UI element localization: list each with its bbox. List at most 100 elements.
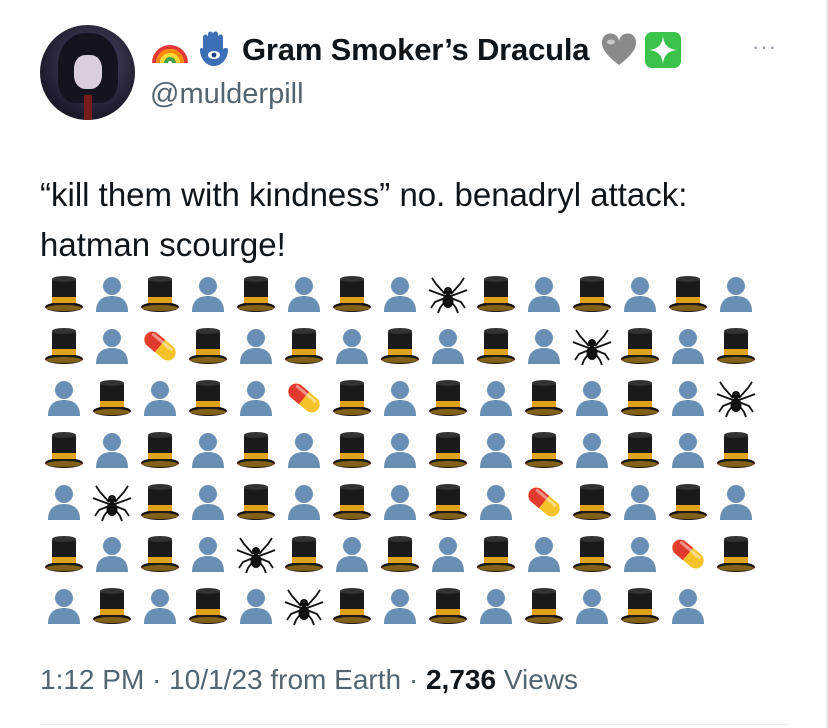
hat-emoji-icon [232,478,280,526]
hat-emoji-icon [328,426,376,474]
person-emoji-icon [40,582,88,630]
pill-emoji-icon [664,530,712,578]
hat-emoji-icon [40,426,88,474]
tweet-text-line-1: “kill them with kindness” no. benadryl a… [40,176,688,213]
meta-separator: · [401,664,426,695]
spider-emoji-icon [712,374,760,422]
hat-emoji-icon [280,530,328,578]
person-emoji-icon [616,478,664,526]
hat-emoji-icon [616,374,664,422]
hat-emoji-icon [424,374,472,422]
pill-emoji-icon [520,478,568,526]
hat-emoji-icon [520,426,568,474]
hat-emoji-icon [328,582,376,630]
emoji-row [40,320,780,372]
person-emoji-icon [568,582,616,630]
spider-emoji-icon [568,322,616,370]
emoji-row [40,424,780,476]
person-emoji-icon [232,582,280,630]
hat-emoji-icon [616,322,664,370]
hat-emoji-icon [328,478,376,526]
tweet-date[interactable]: 10/1/23 [169,664,262,695]
person-emoji-icon [472,582,520,630]
person-emoji-icon [712,270,760,318]
person-emoji-icon [88,426,136,474]
more-options-icon[interactable]: ··· [752,34,777,60]
person-emoji-icon [472,374,520,422]
hat-emoji-icon [136,478,184,526]
hat-emoji-icon [568,530,616,578]
tweet-time[interactable]: 1:12 PM [40,664,144,695]
hat-emoji-icon [712,530,760,578]
person-emoji-icon [568,426,616,474]
spider-emoji-icon [424,270,472,318]
person-emoji-icon [472,478,520,526]
hat-emoji-icon [472,530,520,578]
hat-emoji-icon [664,270,712,318]
person-emoji-icon [184,426,232,474]
hat-emoji-icon [40,270,88,318]
hat-emoji-icon [424,426,472,474]
person-emoji-icon [520,530,568,578]
display-name[interactable]: Gram Smoker’s Dracula [242,32,590,68]
person-emoji-icon [472,426,520,474]
person-emoji-icon [376,374,424,422]
person-emoji-icon [376,270,424,318]
person-emoji-icon [328,530,376,578]
hat-emoji-icon [424,478,472,526]
hat-emoji-icon [472,322,520,370]
tweet-text-line-2: hatman scourge! [40,226,286,263]
person-emoji-icon [136,582,184,630]
hat-emoji-icon [280,322,328,370]
hat-emoji-icon [424,582,472,630]
person-emoji-icon [424,322,472,370]
person-emoji-icon [376,426,424,474]
hat-emoji-icon [184,322,232,370]
meta-separator: · [144,664,170,695]
rainbow-icon [150,30,190,70]
emoji-row [40,268,780,320]
person-emoji-icon [664,426,712,474]
hat-emoji-icon [232,270,280,318]
person-emoji-icon [664,374,712,422]
emoji-grid [40,268,780,632]
hat-emoji-icon [88,582,136,630]
hat-emoji-icon [136,270,184,318]
emoji-row [40,580,780,632]
hamsa-icon [194,30,234,70]
avatar[interactable] [40,25,135,120]
person-emoji-icon [88,322,136,370]
tweet-text: “kill them with kindness” no. benadryl a… [40,170,800,270]
grey-heart-icon [599,30,639,70]
person-emoji-icon [280,426,328,474]
person-emoji-icon [40,374,88,422]
hat-emoji-icon [136,530,184,578]
person-emoji-icon [232,374,280,422]
hat-emoji-icon [472,270,520,318]
person-emoji-icon [280,478,328,526]
person-emoji-icon [280,270,328,318]
person-emoji-icon [520,270,568,318]
pill-emoji-icon [280,374,328,422]
views-label: Views [496,664,579,695]
person-emoji-icon [616,530,664,578]
user-handle[interactable]: @mulderpill [150,78,304,111]
hat-emoji-icon [568,478,616,526]
tweet-meta: 1:12 PM · 10/1/23 from Earth · 2,736 Vie… [40,664,578,696]
hat-emoji-icon [616,426,664,474]
person-emoji-icon [88,530,136,578]
emoji-row [40,476,780,528]
person-emoji-icon [376,478,424,526]
person-emoji-icon [664,322,712,370]
person-emoji-icon [184,530,232,578]
hat-emoji-icon [568,270,616,318]
hat-emoji-icon [616,582,664,630]
person-emoji-icon [520,322,568,370]
hat-emoji-icon [328,270,376,318]
views-count[interactable]: 2,736 [426,664,496,695]
tweet-location: from Earth [262,664,402,695]
person-emoji-icon [88,270,136,318]
hat-emoji-icon [232,426,280,474]
tweet-header: Gram Smoker’s Dracula [150,30,683,70]
person-emoji-icon [136,374,184,422]
